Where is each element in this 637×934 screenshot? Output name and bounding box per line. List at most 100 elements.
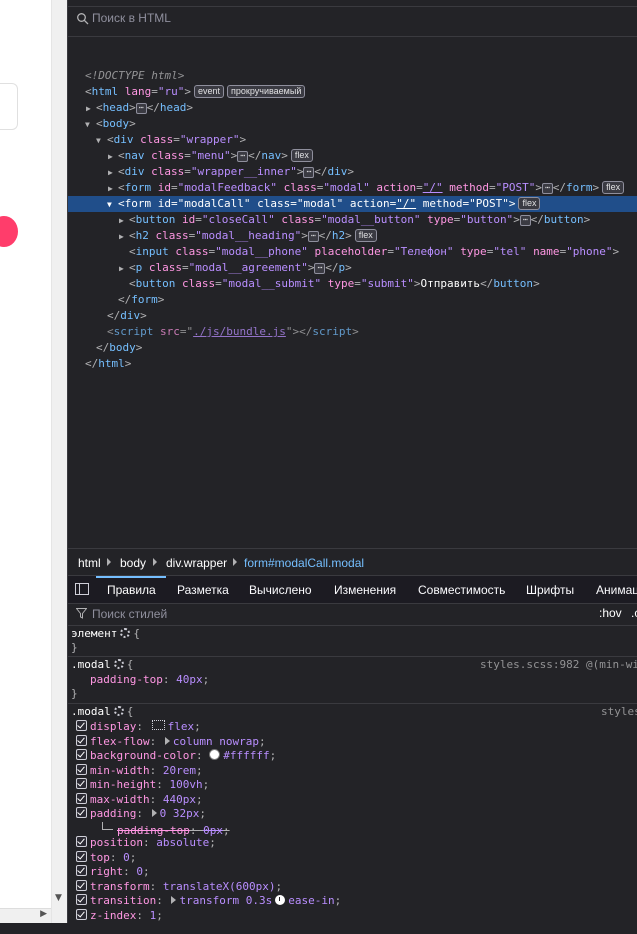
vertical-scrollbar[interactable]: ▼ bbox=[51, 0, 67, 923]
tree-row-body[interactable]: ▼ <body> bbox=[68, 116, 637, 132]
breadcrumb-modal-call[interactable]: form#modalCall.modal bbox=[244, 556, 364, 570]
scrollable-badge[interactable]: прокручиваемый bbox=[227, 85, 306, 98]
declaration-checkbox[interactable] bbox=[76, 792, 87, 804]
page-accent-circle[interactable] bbox=[0, 216, 18, 247]
rule-source-link[interactable]: styles bbox=[601, 705, 637, 720]
declaration[interactable]: transform: translateX(600px); bbox=[76, 879, 282, 894]
ellipsis-badge[interactable]: ⋯ bbox=[314, 263, 326, 274]
declaration-checkbox[interactable] bbox=[76, 778, 87, 789]
horizontal-scrollbar[interactable]: ▶ bbox=[0, 908, 51, 923]
tree-row-phone-input[interactable]: <input class="modal__phone" placeholder=… bbox=[68, 244, 637, 260]
event-badge[interactable]: event bbox=[194, 85, 225, 98]
flex-badge[interactable]: flex bbox=[290, 149, 313, 162]
declaration[interactable]: transition: transform 0.3s ease-in; bbox=[76, 894, 341, 908]
declaration-checkbox[interactable] bbox=[76, 734, 87, 746]
declaration[interactable]: flex-flow: column nowrap; bbox=[76, 734, 266, 749]
declaration[interactable]: min-width: 20rem; bbox=[76, 763, 203, 778]
ellipsis-badge[interactable]: ⋯ bbox=[135, 103, 147, 114]
breadcrumb-wrapper[interactable]: div.wrapper bbox=[166, 556, 227, 570]
declaration[interactable]: padding-top: 40px; bbox=[90, 673, 209, 687]
tree-row-wrapper[interactable]: ▼ <div class="wrapper"> bbox=[68, 132, 637, 148]
expand-arrow-icon[interactable] bbox=[171, 896, 177, 904]
declaration[interactable]: top: 0; bbox=[76, 850, 136, 865]
flex-badge[interactable]: flex bbox=[354, 229, 377, 242]
expand-arrow-icon[interactable]: ▶ bbox=[108, 165, 113, 181]
breadcrumb-html[interactable]: html bbox=[78, 556, 101, 570]
ellipsis-badge[interactable]: ⋯ bbox=[303, 167, 315, 178]
flex-badge[interactable]: flex bbox=[602, 181, 625, 194]
html-search-input[interactable] bbox=[90, 10, 494, 26]
tree-row-modal-feedback[interactable]: ▶ <form id="modalFeedback" class="modal"… bbox=[68, 180, 637, 196]
tree-row-modal-call[interactable]: ▼ <form id="modalCall" class="modal" act… bbox=[68, 196, 637, 212]
declaration[interactable]: right: 0; bbox=[76, 865, 150, 879]
script-src-link[interactable]: ./js/bundle.js bbox=[193, 325, 286, 338]
color-swatch[interactable] bbox=[209, 749, 221, 760]
tree-row-html-close[interactable]: </html> bbox=[68, 356, 637, 372]
declaration[interactable]: padding: 0 32px; bbox=[76, 807, 206, 821]
ellipsis-badge[interactable]: ⋯ bbox=[541, 183, 553, 194]
declaration[interactable]: position: absolute; bbox=[76, 836, 216, 850]
scroll-down-arrow-icon[interactable]: ▼ bbox=[55, 893, 62, 903]
declaration-checkbox[interactable] bbox=[76, 807, 87, 818]
declaration-checkbox[interactable] bbox=[76, 749, 87, 760]
ellipsis-badge[interactable]: ⋯ bbox=[237, 151, 249, 162]
expand-arrow-icon[interactable] bbox=[164, 736, 170, 745]
tree-row-doctype[interactable]: <!DOCTYPE html> bbox=[68, 68, 637, 84]
tab-rules[interactable]: Правила bbox=[107, 583, 156, 597]
expand-arrow-icon[interactable]: ▶ bbox=[86, 101, 91, 117]
tree-row-div-close[interactable]: </div> bbox=[68, 308, 637, 324]
collapse-arrow-icon[interactable]: ▼ bbox=[85, 117, 90, 133]
gear-icon[interactable] bbox=[120, 628, 131, 638]
tree-row-head[interactable]: ▶ <head> ⋯ </head> bbox=[68, 100, 637, 116]
declaration-checkbox[interactable] bbox=[76, 836, 87, 847]
rule-source-link[interactable]: styles.scss:982 @(min-widt bbox=[480, 658, 637, 673]
tree-row-wrapper-inner[interactable]: ▶ <div class="wrapper__inner"> ⋯ </div> bbox=[68, 164, 637, 180]
expand-arrow-icon[interactable]: ▶ bbox=[119, 213, 124, 229]
tree-row-html[interactable]: <html lang="ru"> event прокручиваемый bbox=[68, 84, 637, 100]
tab-changes[interactable]: Изменения bbox=[334, 583, 396, 597]
flexbox-highlighter-icon[interactable] bbox=[151, 720, 165, 730]
styles-filter-input[interactable] bbox=[90, 606, 394, 622]
declaration-checkbox[interactable] bbox=[76, 865, 87, 876]
collapse-arrow-icon[interactable]: ▼ bbox=[107, 197, 112, 213]
expand-arrow-icon[interactable]: ▶ bbox=[119, 229, 124, 245]
declaration[interactable]: max-width: 440px; bbox=[76, 792, 203, 807]
toggle-panel-icon[interactable] bbox=[75, 583, 89, 595]
hov-toggle-button[interactable]: :hov bbox=[599, 606, 622, 620]
easing-editor-icon[interactable] bbox=[275, 895, 286, 905]
tree-row-script[interactable]: <script src="./js/bundle.js"></script> bbox=[68, 324, 637, 340]
tree-row-heading[interactable]: ▶ <h2 class="modal__heading"> ⋯ </h2> flex bbox=[68, 228, 637, 244]
declaration-checkbox[interactable] bbox=[76, 763, 87, 775]
declaration-checkbox[interactable] bbox=[76, 850, 87, 862]
gear-icon[interactable] bbox=[113, 659, 124, 669]
gear-icon[interactable] bbox=[113, 706, 124, 716]
declaration[interactable]: min-height: 100vh; bbox=[76, 778, 209, 792]
scroll-right-arrow-icon[interactable]: ▶ bbox=[40, 909, 47, 919]
tree-row-close-button[interactable]: ▶ <button id="closeCall" class="modal__b… bbox=[68, 212, 637, 228]
declaration-checkbox[interactable] bbox=[76, 908, 87, 920]
declaration[interactable]: z-index: 1; bbox=[76, 908, 163, 923]
declaration[interactable]: background-color: #ffffff; bbox=[76, 749, 276, 763]
declaration[interactable]: display: flex; bbox=[76, 720, 201, 734]
tab-animations[interactable]: Анимац bbox=[596, 583, 637, 597]
tab-layout[interactable]: Разметка bbox=[177, 583, 229, 597]
expand-arrow-icon[interactable]: ▶ bbox=[108, 149, 113, 165]
tree-row-agreement[interactable]: ▶ <p class="modal__agreement"> ⋯ </p> bbox=[68, 260, 637, 276]
overridden-declaration[interactable]: padding-top: 0px; bbox=[102, 821, 230, 837]
expand-arrow-icon[interactable]: ▶ bbox=[119, 261, 124, 277]
declaration-checkbox[interactable] bbox=[76, 894, 87, 905]
tab-compatibility[interactable]: Совместимость bbox=[418, 583, 505, 597]
expand-arrow-icon[interactable] bbox=[151, 809, 157, 817]
tree-row-submit[interactable]: <button class="modal__submit" type="subm… bbox=[68, 276, 637, 292]
cls-toggle-button[interactable]: .c bbox=[631, 606, 637, 620]
ellipsis-badge[interactable]: ⋯ bbox=[519, 215, 531, 226]
declaration-checkbox[interactable] bbox=[76, 879, 87, 891]
tree-row-form-close[interactable]: </form> bbox=[68, 292, 637, 308]
ellipsis-badge[interactable]: ⋯ bbox=[307, 231, 319, 242]
tree-row-nav[interactable]: ▶ <nav class="menu"> ⋯ </nav> flex bbox=[68, 148, 637, 164]
collapse-arrow-icon[interactable]: ▼ bbox=[96, 133, 101, 149]
tree-row-body-close[interactable]: </body> bbox=[68, 340, 637, 356]
flex-badge[interactable]: flex bbox=[518, 197, 541, 210]
tab-fonts[interactable]: Шрифты bbox=[526, 583, 574, 597]
breadcrumb-body[interactable]: body bbox=[120, 556, 146, 570]
